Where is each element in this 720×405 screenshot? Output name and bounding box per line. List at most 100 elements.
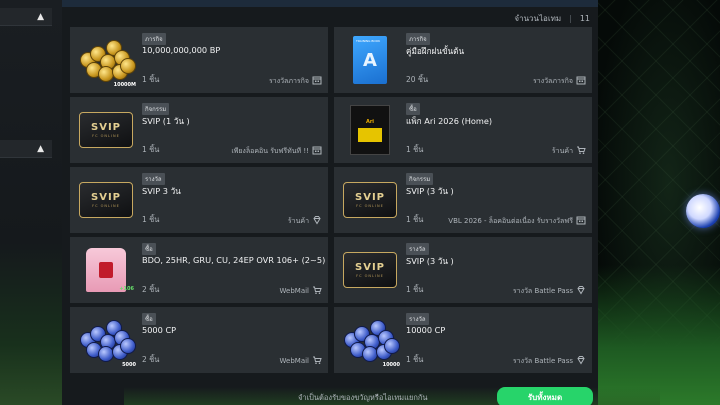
item-category-badge: ซื้อ [142, 313, 156, 325]
footer-note: จำเป็นต้องรับของขวัญหรือไอเทมแยกกัน [298, 393, 428, 402]
training-book-icon: TRAINING BOOK A [353, 36, 387, 84]
claim-all-button[interactable]: รับทั้งหมด [497, 387, 593, 405]
item-source-label: รางวัล Battle Pass [512, 286, 573, 295]
item-thumbnail: TRAINING BOOK A [338, 31, 402, 89]
item-source: รางวัล Battle Pass [513, 285, 586, 297]
item-category-badge: กิจกรรม [142, 103, 170, 115]
item-category-badge: รางวัล [406, 243, 429, 255]
item-count-value: 11 [579, 14, 590, 23]
item-source: ร้านค้า [288, 215, 322, 227]
calendar-icon [312, 145, 322, 157]
diamond-icon [576, 355, 586, 367]
item-source: ร้านค้า [552, 145, 586, 157]
item-quantity: 2 ชิ้น [142, 355, 160, 364]
item-card[interactable]: SVIP FC ONLINE รางวัล SVIP (3 วัน ) 1 ชิ้… [334, 237, 592, 303]
item-thumbnail: 5000 [74, 311, 138, 369]
item-card[interactable]: 10000 รางวัล 10000 CP 1 ชิ้น รางวัล Batt… [334, 307, 592, 373]
side-tab-collapse-2[interactable]: ▲ [0, 140, 52, 158]
item-source: WebMail [280, 285, 322, 297]
item-title: SVIP (3 วัน ) [406, 186, 454, 196]
item-thumbnail: SVIP FC ONLINE [338, 241, 402, 299]
item-source-label: WebMail [279, 357, 309, 365]
item-quantity: 1 ชิ้น [406, 215, 424, 224]
item-category-badge: รางวัล [142, 173, 165, 185]
item-quantity: 2 ชิ้น [142, 285, 160, 294]
cart-icon [312, 285, 322, 297]
item-thumbnail: SVIP FC ONLINE [338, 171, 402, 229]
item-category-badge: ภารกิจ [142, 33, 166, 45]
item-source: เพียงล็อคอิน รับฟรีทันที !! [231, 145, 322, 157]
thumb-label: 10000 [382, 362, 400, 368]
book-cover-text: TRAINING BOOK [356, 39, 381, 43]
item-source: WebMail [280, 355, 322, 367]
item-source-label: ร้านค้า [287, 216, 309, 225]
item-title: 10,000,000,000 BP [142, 45, 221, 55]
svip-subtext: FC ONLINE [92, 134, 120, 138]
item-source-label: ร้านค้า [551, 146, 573, 155]
item-card[interactable]: SVIP FC ONLINE กิจกรรม SVIP (3 วัน ) 1 ชิ… [334, 167, 592, 233]
item-quantity: 20 ชิ้น [406, 75, 429, 84]
item-thumbnail: 10000 [338, 311, 402, 369]
item-card[interactable]: +106 ซื้อ BDO, 25HR, GRU, CU, 24EP OVR 1… [70, 237, 328, 303]
svip-subtext: FC ONLINE [356, 204, 384, 208]
ovr-bonus: +106 [119, 286, 134, 292]
svip-subtext: FC ONLINE [356, 274, 384, 278]
svip-card-icon: SVIP FC ONLINE [343, 182, 397, 218]
item-category-badge: ซื้อ [406, 103, 420, 115]
item-source-label: VBL 2026 - ล็อคอินต่อเนื่อง รับรางวัลฟรี [448, 216, 573, 225]
item-quantity: 1 ชิ้น [406, 285, 424, 294]
item-thumbnail: Ari [338, 101, 402, 159]
svip-text: SVIP [355, 192, 385, 203]
item-thumbnail: SVIP FC ONLINE [74, 171, 138, 229]
calendar-icon [312, 75, 322, 87]
item-title: แพ็ก Ari 2026 (Home) [406, 116, 493, 126]
background-left [0, 0, 70, 405]
item-card[interactable]: TRAINING BOOK A ภารกิจ คู่มือฝึกฝนขั้นต้น… [334, 27, 592, 93]
bp-coins-icon: 10000M [76, 32, 136, 88]
item-category-badge: รางวัล [406, 313, 429, 325]
inventory-panel: จำนวนไอเทม | 11 10000M ภารกิจ 10,000,000… [62, 0, 660, 405]
calendar-icon [576, 75, 586, 87]
item-count-label: จำนวนไอเทม [514, 14, 562, 23]
item-thumbnail: +106 [74, 241, 138, 299]
side-tab-collapse-1[interactable]: ▲ [0, 8, 52, 26]
diamond-icon [576, 285, 586, 297]
cp-coins-icon: 5000 [76, 312, 136, 368]
item-source-label: เพียงล็อคอิน รับฟรีทันที !! [231, 146, 309, 155]
item-card[interactable]: 5000 ซื้อ 5000 CP 2 ชิ้น WebMail [70, 307, 328, 373]
background-stadium [592, 0, 720, 405]
thumb-label: 10000M [113, 82, 136, 88]
jersey-pack-icon: +106 [76, 242, 136, 298]
item-title: 5000 CP [142, 325, 177, 335]
item-source-label: รางวัลภารกิจ [533, 76, 573, 85]
svip-text: SVIP [91, 122, 121, 133]
item-source-label: รางวัลภารกิจ [269, 76, 309, 85]
item-card[interactable]: Ari ซื้อ แพ็ก Ari 2026 (Home) 1 ชิ้น ร้า… [334, 97, 592, 163]
item-source-label: WebMail [279, 287, 309, 295]
item-title: BDO, 25HR, GRU, CU, 24EP OVR 106+ (2~5) [142, 255, 326, 265]
item-source: รางวัลภารกิจ [269, 75, 322, 87]
book-letter: A [363, 49, 377, 71]
diamond-icon [312, 215, 322, 227]
count-divider: | [569, 14, 572, 23]
panel-top-bar [62, 0, 598, 7]
item-card[interactable]: SVIP FC ONLINE กิจกรรม SVIP (1 วัน ) 1 ชิ… [70, 97, 328, 163]
svip-subtext: FC ONLINE [92, 204, 120, 208]
item-card[interactable]: SVIP FC ONLINE รางวัล SVIP 3 วัน 1 ชิ้น ร… [70, 167, 328, 233]
ball-icon [686, 194, 720, 228]
calendar-icon [576, 215, 586, 227]
pack-brand: Ari [365, 118, 375, 125]
svip-text: SVIP [355, 262, 385, 273]
item-title: SVIP (1 วัน ) [142, 116, 190, 126]
svip-text: SVIP [91, 192, 121, 203]
item-source: รางวัลภารกิจ [533, 75, 586, 87]
cp-coins-icon: 10000 [340, 312, 400, 368]
thumb-label: 5000 [122, 362, 136, 368]
item-title: SVIP 3 วัน [142, 186, 181, 196]
item-title: คู่มือฝึกฝนขั้นต้น [406, 46, 465, 56]
svip-card-icon: SVIP FC ONLINE [79, 182, 133, 218]
item-quantity: 1 ชิ้น [406, 145, 424, 154]
cart-icon [312, 355, 322, 367]
item-thumbnail: SVIP FC ONLINE [74, 101, 138, 159]
item-card[interactable]: 10000M ภารกิจ 10,000,000,000 BP 1 ชิ้น ร… [70, 27, 328, 93]
